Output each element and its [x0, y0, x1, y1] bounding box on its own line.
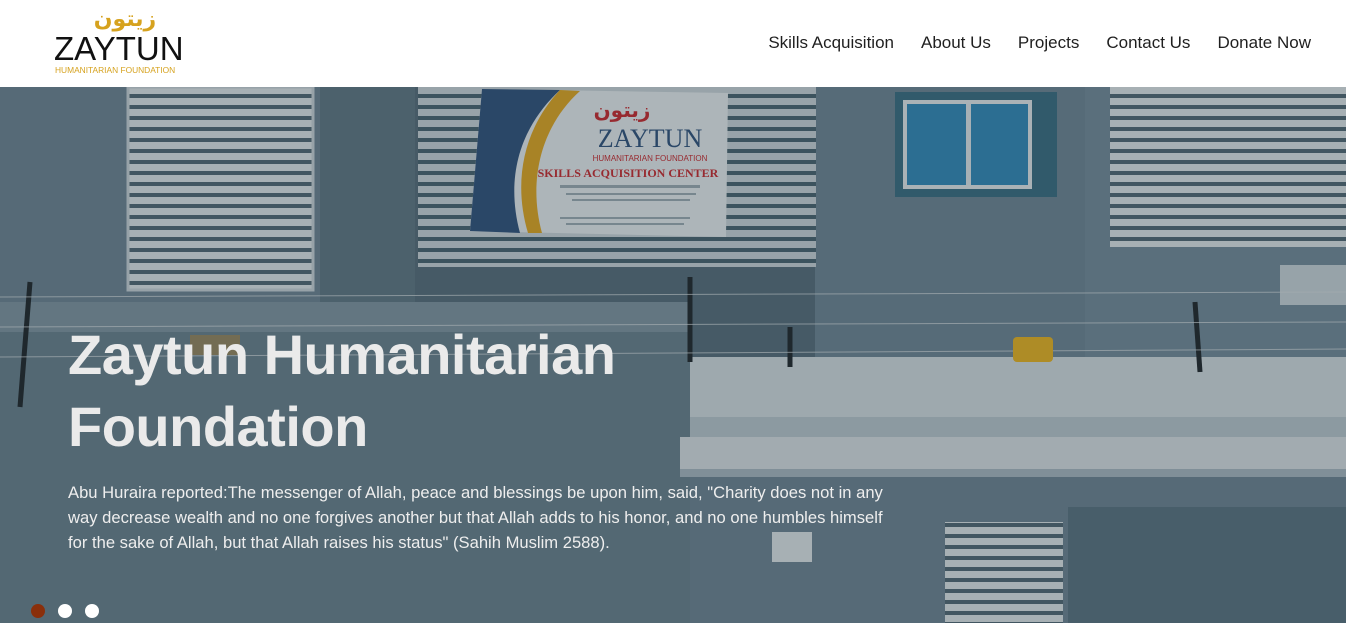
site-logo[interactable]: زيتون ZAYTUN HUMANITARIAN FOUNDATION — [54, 6, 196, 76]
nav-about-us[interactable]: About Us — [921, 31, 991, 55]
nav-projects[interactable]: Projects — [1018, 31, 1079, 55]
logo-wordmark: ZAYTUN — [54, 30, 184, 67]
site-header: زيتون ZAYTUN HUMANITARIAN FOUNDATION Ski… — [0, 0, 1346, 87]
slider-dot-1[interactable] — [31, 604, 45, 618]
slider-dot-3[interactable] — [85, 604, 99, 618]
main-nav: Skills Acquisition About Us Projects Con… — [741, 31, 1311, 55]
hero-hadith-quote: Abu Huraira reported:The messenger of Al… — [68, 483, 883, 552]
nav-donate-now[interactable]: Donate Now — [1217, 31, 1311, 55]
hero-title: Zaytun Humanitarian Foundation — [68, 323, 616, 458]
nav-skills-acquisition[interactable]: Skills Acquisition — [768, 31, 894, 55]
slider-dot-2[interactable] — [58, 604, 72, 618]
nav-contact-us[interactable]: Contact Us — [1106, 31, 1190, 55]
hero-slider: زيتون ZAYTUN HUMANITARIAN FOUNDATION SKI… — [0, 87, 1346, 623]
logo-tagline: HUMANITARIAN FOUNDATION — [55, 65, 176, 75]
slider-pagination — [31, 604, 112, 618]
